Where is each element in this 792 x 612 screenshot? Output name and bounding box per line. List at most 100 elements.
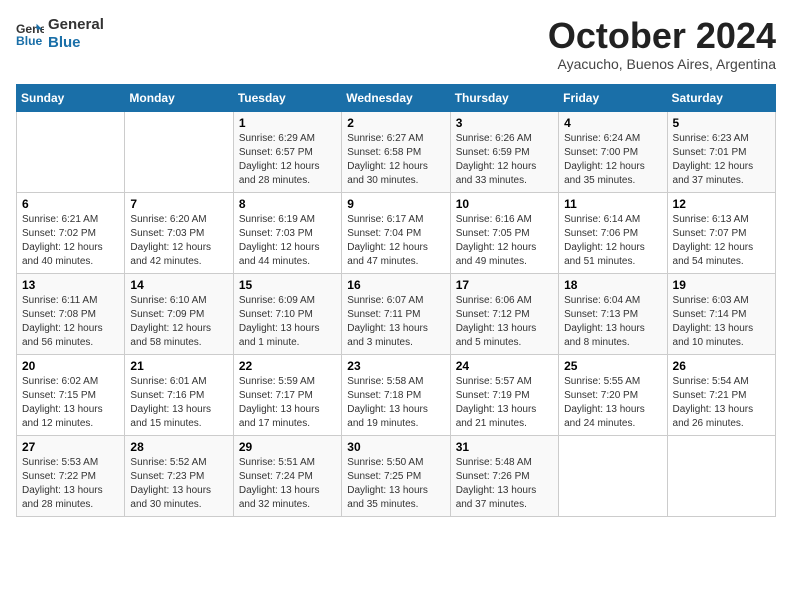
day-info: Sunrise: 6:02 AM Sunset: 7:15 PM Dayligh… [22,375,119,431]
day-info: Sunrise: 6:29 AM Sunset: 6:57 PM Dayligh… [239,132,336,188]
day-number: 23 [347,359,444,373]
day-info: Sunrise: 5:55 AM Sunset: 7:20 PM Dayligh… [564,375,661,431]
logo-icon: General Blue [16,20,44,48]
location-subtitle: Ayacucho, Buenos Aires, Argentina [548,56,776,72]
logo: General Blue General Blue [16,16,104,52]
day-info: Sunrise: 6:20 AM Sunset: 7:03 PM Dayligh… [130,213,227,269]
column-header-sunday: Sunday [17,84,125,111]
day-number: 16 [347,278,444,292]
calendar-cell: 24 Sunrise: 5:57 AM Sunset: 7:19 PM Dayli… [450,354,558,435]
day-info: Sunrise: 6:26 AM Sunset: 6:59 PM Dayligh… [456,132,553,188]
day-info: Sunrise: 5:58 AM Sunset: 7:18 PM Dayligh… [347,375,444,431]
day-number: 8 [239,197,336,211]
calendar-cell: 27Sunrise: 5:53 AM Sunset: 7:22 PM Dayli… [17,435,125,516]
day-number: 5 [673,116,770,130]
calendar-cell: 16 Sunrise: 6:07 AM Sunset: 7:11 PM Dayli… [342,273,450,354]
day-info: Sunrise: 6:01 AM Sunset: 7:16 PM Dayligh… [130,375,227,431]
column-header-wednesday: Wednesday [342,84,450,111]
day-info: Sunrise: 5:51 AM Sunset: 7:24 PM Dayligh… [239,456,336,512]
day-info: Sunrise: 6:21 AM Sunset: 7:02 PM Dayligh… [22,213,119,269]
calendar-cell: 3 Sunrise: 6:26 AM Sunset: 6:59 PM Daylig… [450,111,558,192]
day-info: Sunrise: 6:06 AM Sunset: 7:12 PM Dayligh… [456,294,553,350]
calendar-cell: 18Sunrise: 6:04 AM Sunset: 7:13 PM Dayli… [559,273,667,354]
day-number: 9 [347,197,444,211]
calendar-cell: 8 Sunrise: 6:19 AM Sunset: 7:03 PM Daylig… [233,192,341,273]
day-number: 3 [456,116,553,130]
day-info: Sunrise: 6:19 AM Sunset: 7:03 PM Dayligh… [239,213,336,269]
day-info: Sunrise: 6:07 AM Sunset: 7:11 PM Dayligh… [347,294,444,350]
day-number: 26 [673,359,770,373]
day-info: Sunrise: 6:16 AM Sunset: 7:05 PM Dayligh… [456,213,553,269]
calendar-week-2: 6 Sunrise: 6:21 AM Sunset: 7:02 PM Daylig… [17,192,776,273]
calendar-cell: 22Sunrise: 5:59 AM Sunset: 7:17 PM Dayli… [233,354,341,435]
calendar-week-1: 1 Sunrise: 6:29 AM Sunset: 6:57 PM Daylig… [17,111,776,192]
day-number: 7 [130,197,227,211]
calendar-body: 1 Sunrise: 6:29 AM Sunset: 6:57 PM Daylig… [17,111,776,516]
calendar-cell: 29 Sunrise: 5:51 AM Sunset: 7:24 PM Dayli… [233,435,341,516]
calendar-cell: 11Sunrise: 6:14 AM Sunset: 7:06 PM Dayli… [559,192,667,273]
day-info: Sunrise: 5:54 AM Sunset: 7:21 PM Dayligh… [673,375,770,431]
day-number: 11 [564,197,661,211]
day-number: 1 [239,116,336,130]
day-info: Sunrise: 6:09 AM Sunset: 7:10 PM Dayligh… [239,294,336,350]
day-info: Sunrise: 5:50 AM Sunset: 7:25 PM Dayligh… [347,456,444,512]
day-number: 31 [456,440,553,454]
day-info: Sunrise: 6:27 AM Sunset: 6:58 PM Dayligh… [347,132,444,188]
calendar-cell: 5 Sunrise: 6:23 AM Sunset: 7:01 PM Daylig… [667,111,775,192]
calendar-cell: 17Sunrise: 6:06 AM Sunset: 7:12 PM Dayli… [450,273,558,354]
day-info: Sunrise: 6:11 AM Sunset: 7:08 PM Dayligh… [22,294,119,350]
calendar-week-5: 27Sunrise: 5:53 AM Sunset: 7:22 PM Dayli… [17,435,776,516]
calendar-cell: 9 Sunrise: 6:17 AM Sunset: 7:04 PM Daylig… [342,192,450,273]
calendar-cell: 21Sunrise: 6:01 AM Sunset: 7:16 PM Dayli… [125,354,233,435]
column-header-thursday: Thursday [450,84,558,111]
day-number: 28 [130,440,227,454]
day-number: 24 [456,359,553,373]
calendar-week-3: 13 Sunrise: 6:11 AM Sunset: 7:08 PM Dayli… [17,273,776,354]
day-number: 15 [239,278,336,292]
day-info: Sunrise: 6:13 AM Sunset: 7:07 PM Dayligh… [673,213,770,269]
day-number: 19 [673,278,770,292]
calendar-header: SundayMondayTuesdayWednesdayThursdayFrid… [17,84,776,111]
day-number: 12 [673,197,770,211]
svg-text:Blue: Blue [16,34,43,48]
day-number: 14 [130,278,227,292]
calendar-cell: 4 Sunrise: 6:24 AM Sunset: 7:00 PM Daylig… [559,111,667,192]
logo-text: General Blue [48,16,104,52]
calendar-cell [667,435,775,516]
day-info: Sunrise: 5:52 AM Sunset: 7:23 PM Dayligh… [130,456,227,512]
calendar-cell: 30Sunrise: 5:50 AM Sunset: 7:25 PM Dayli… [342,435,450,516]
calendar-cell: 2Sunrise: 6:27 AM Sunset: 6:58 PM Daylig… [342,111,450,192]
calendar-cell: 14Sunrise: 6:10 AM Sunset: 7:09 PM Dayli… [125,273,233,354]
day-info: Sunrise: 5:53 AM Sunset: 7:22 PM Dayligh… [22,456,119,512]
day-number: 13 [22,278,119,292]
title-block: October 2024 Ayacucho, Buenos Aires, Arg… [548,16,776,72]
day-info: Sunrise: 6:17 AM Sunset: 7:04 PM Dayligh… [347,213,444,269]
day-info: Sunrise: 5:57 AM Sunset: 7:19 PM Dayligh… [456,375,553,431]
day-number: 4 [564,116,661,130]
calendar-cell: 15 Sunrise: 6:09 AM Sunset: 7:10 PM Dayli… [233,273,341,354]
day-info: Sunrise: 6:04 AM Sunset: 7:13 PM Dayligh… [564,294,661,350]
column-header-tuesday: Tuesday [233,84,341,111]
day-number: 6 [22,197,119,211]
day-number: 20 [22,359,119,373]
day-number: 29 [239,440,336,454]
column-header-saturday: Saturday [667,84,775,111]
day-info: Sunrise: 6:24 AM Sunset: 7:00 PM Dayligh… [564,132,661,188]
calendar-cell [17,111,125,192]
day-number: 25 [564,359,661,373]
calendar-cell: 23 Sunrise: 5:58 AM Sunset: 7:18 PM Dayli… [342,354,450,435]
day-info: Sunrise: 6:23 AM Sunset: 7:01 PM Dayligh… [673,132,770,188]
calendar-cell: 13 Sunrise: 6:11 AM Sunset: 7:08 PM Dayli… [17,273,125,354]
column-header-monday: Monday [125,84,233,111]
calendar-cell: 7 Sunrise: 6:20 AM Sunset: 7:03 PM Daylig… [125,192,233,273]
page-header: General Blue General Blue October 2024 A… [16,16,776,72]
calendar-cell: 6 Sunrise: 6:21 AM Sunset: 7:02 PM Daylig… [17,192,125,273]
calendar-cell: 25 Sunrise: 5:55 AM Sunset: 7:20 PM Dayli… [559,354,667,435]
calendar-cell: 19Sunrise: 6:03 AM Sunset: 7:14 PM Dayli… [667,273,775,354]
calendar-cell: 12 Sunrise: 6:13 AM Sunset: 7:07 PM Dayli… [667,192,775,273]
day-number: 22 [239,359,336,373]
calendar-cell: 26 Sunrise: 5:54 AM Sunset: 7:21 PM Dayli… [667,354,775,435]
month-title: October 2024 [548,16,776,56]
column-header-friday: Friday [559,84,667,111]
calendar-cell [559,435,667,516]
